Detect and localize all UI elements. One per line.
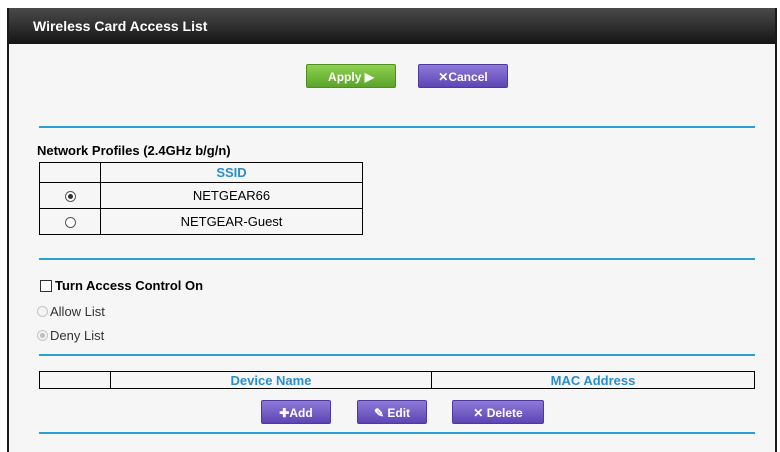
deny-list-option: Deny List (37, 328, 104, 343)
cancel-button[interactable]: ✕Cancel (418, 64, 508, 88)
delete-button-label: Delete (486, 406, 523, 420)
add-button[interactable]: ✚Add (261, 400, 331, 424)
profile-radio-cell (39, 208, 101, 235)
ssid-cell: NETGEAR-Guest (100, 208, 363, 235)
network-profiles-title: Network Profiles (2.4GHz b/g/n) (37, 143, 231, 158)
apply-button[interactable]: Apply ▶ (306, 64, 396, 88)
device-select-column-header (39, 371, 111, 389)
close-icon: ✕ (438, 70, 449, 84)
delete-button[interactable]: ✕ Delete (452, 400, 544, 424)
mac-address-column-header: MAC Address (431, 371, 755, 389)
cancel-button-label: Cancel (448, 70, 488, 84)
edit-button-label: Edit (387, 406, 411, 420)
access-control-label: Turn Access Control On (55, 278, 204, 293)
network-profiles-table: SSID NETGEAR66 NETGEAR-Guest (39, 162, 363, 235)
allow-list-label: Allow List (50, 304, 105, 319)
close-icon: ✕ (473, 406, 484, 420)
device-table: Device Name MAC Address (39, 371, 755, 389)
pencil-icon: ✎ (373, 406, 385, 420)
profile-radio-netgear-guest[interactable] (64, 217, 76, 229)
section-divider (39, 126, 755, 128)
page-title: Wireless Card Access List (9, 8, 775, 44)
ssid-column-header: SSID (100, 162, 363, 183)
allow-list-radio[interactable] (37, 306, 48, 318)
profile-radio-netgear66[interactable] (64, 191, 76, 203)
add-button-label: Add (289, 406, 313, 420)
select-column-header (39, 162, 101, 183)
ssid-cell: NETGEAR66 (100, 182, 363, 209)
allow-list-option: Allow List (37, 304, 105, 319)
plus-icon: ✚ (279, 406, 290, 420)
section-divider (39, 432, 755, 434)
deny-list-label: Deny List (50, 328, 105, 343)
access-control-checkbox[interactable] (40, 280, 52, 292)
table-row: NETGEAR-Guest (39, 208, 363, 235)
device-name-column-header: Device Name (110, 371, 432, 389)
table-row: NETGEAR66 (39, 182, 363, 209)
deny-list-radio[interactable] (37, 330, 48, 342)
section-divider (39, 258, 755, 260)
section-divider (39, 354, 755, 356)
access-list-panel: Wireless Card Access List Apply ▶ ✕Cance… (7, 8, 777, 452)
edit-button[interactable]: ✎ Edit (357, 400, 427, 424)
profile-radio-cell (39, 182, 101, 209)
